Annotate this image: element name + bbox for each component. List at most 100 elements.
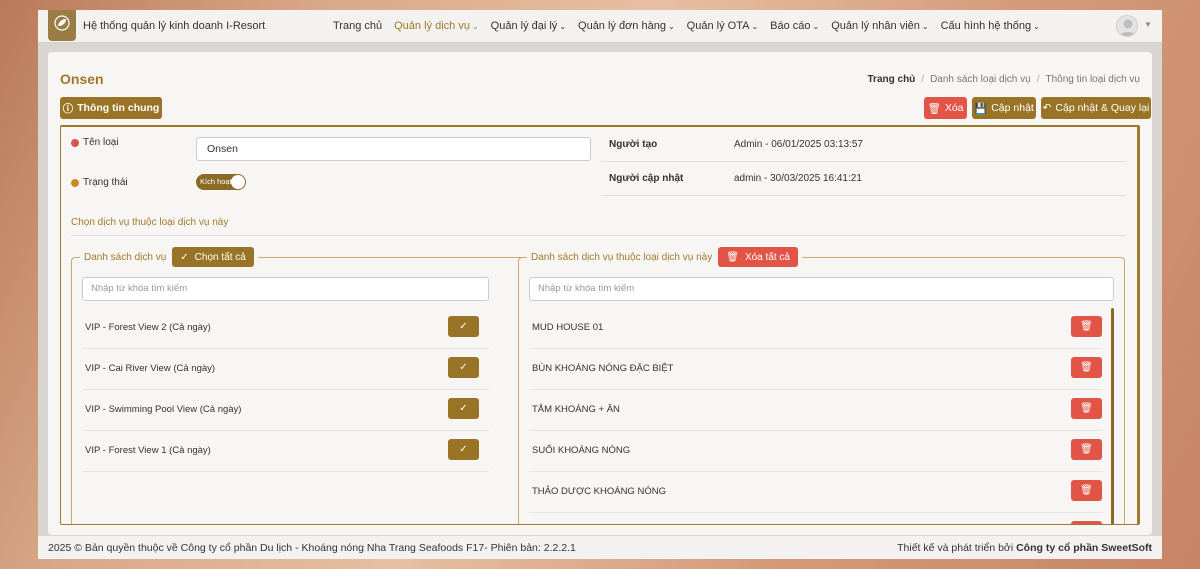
nav-item-label: Quản lý OTA: [686, 20, 750, 32]
chevron-down-icon: ⌄: [812, 22, 820, 31]
breadcrumb: Trang chủ / Danh sách loại dịch vụ / Thô…: [868, 74, 1141, 85]
nav-item[interactable]: Quản lý dịch vụ ⌄: [394, 20, 479, 32]
developer-prefix: Thiết kế và phát triển bởi: [897, 541, 1014, 554]
remove-service-trash-icon[interactable]: 🗑: [1071, 480, 1102, 501]
assigned-service-item: MUD HOUSE 01 🗑: [529, 308, 1103, 349]
assigned-service-name: BÙN KHOÁNG NÓNG ĐẶC BIỆT: [532, 363, 674, 374]
status-label-text: Trạng thái: [83, 177, 128, 188]
assigned-service-item: SUỐI KHOÁNG NÓNG 🗑: [529, 431, 1103, 472]
remove-service-trash-icon[interactable]: 🗑: [1071, 316, 1102, 337]
add-service-check-icon[interactable]: ✓: [448, 439, 479, 460]
service-name: VIP - Forest View 2 (Cả ngày): [85, 322, 211, 333]
nav-item[interactable]: Báo cáo ⌄: [770, 20, 819, 32]
name-label: Tên loại: [71, 137, 119, 148]
chevron-down-icon: ⌄: [921, 22, 929, 31]
nav-item-label: Quản lý đại lý: [490, 20, 558, 32]
service-name: VIP - Swimming Pool View (Cả ngày): [85, 404, 242, 415]
remove-service-trash-icon[interactable]: 🗑: [1071, 439, 1102, 460]
nav-item[interactable]: Cấu hình hệ thống ⌄: [941, 20, 1040, 32]
service-name: VIP - Cai River View (Cả ngày): [85, 363, 216, 374]
breadcrumb-home[interactable]: Trang chủ: [868, 74, 916, 85]
breadcrumb-service-types[interactable]: Danh sách loại dịch vụ: [930, 74, 1031, 85]
chevron-down-icon: ⌄: [471, 22, 479, 31]
name-label-text: Tên loại: [83, 137, 119, 148]
chevron-down-icon: ⌄: [751, 22, 759, 31]
chevron-down-icon[interactable]: ▼: [1144, 20, 1152, 29]
scrollbar[interactable]: [1111, 308, 1114, 524]
select-all-label: Chọn tất cả: [194, 251, 246, 263]
breadcrumb-current: Thông tin loại dịch vụ: [1045, 74, 1140, 85]
tab-general-info-label: Thông tin chung: [77, 102, 160, 114]
assigned-services-legend: Danh sách dịch vụ thuộc loại dịch vụ này…: [527, 247, 802, 267]
assigned-service-name: TẮM KHOÁNG + ĂN: [532, 404, 620, 415]
breadcrumb-separator: /: [921, 74, 925, 85]
app-title: Hệ thống quản lý kinh doanh I-Resort: [83, 20, 266, 32]
developer-credit: Thiết kế và phát triển bởi Công ty cổ ph…: [897, 542, 1152, 554]
assigned-services-title: Danh sách dịch vụ thuộc loại dịch vụ này: [531, 251, 713, 263]
user-avatar-icon: [1119, 19, 1137, 36]
add-service-check-icon[interactable]: ✓: [448, 398, 479, 419]
top-navbar: Hệ thống quản lý kinh doanh I-Resort Tra…: [38, 10, 1162, 43]
add-service-check-icon[interactable]: ✓: [448, 316, 479, 337]
add-service-check-icon[interactable]: ✓: [448, 357, 479, 378]
nav-item[interactable]: Quản lý đơn hàng ⌄: [578, 20, 675, 32]
delete-all-button[interactable]: 🗑 Xóa tất cả: [718, 247, 798, 267]
service-list-legend: Danh sách dịch vụ ✓ Chọn tất cả: [80, 247, 258, 267]
nav-item-label: Quản lý nhân viên: [831, 20, 920, 32]
status-label: Trạng thái: [71, 177, 128, 188]
avatar[interactable]: [1116, 15, 1138, 37]
toggle-knob: [231, 175, 245, 189]
tab-general-info[interactable]: ⓘ Thông tin chung: [60, 97, 162, 119]
updater-value: admin - 30/03/2025 16:41:21: [734, 173, 862, 184]
delete-button[interactable]: 🗑 Xóa: [924, 97, 967, 119]
trash-icon: 🗑: [927, 102, 941, 115]
nav-item-label: Quản lý đơn hàng: [578, 20, 666, 32]
required-icon: [71, 138, 79, 147]
divider: [601, 195, 1126, 196]
remove-service-trash-icon[interactable]: 🗑: [1071, 357, 1102, 378]
status-toggle[interactable]: Kích hoạt: [196, 174, 246, 190]
save-icon: 💾: [974, 102, 988, 115]
nav-item[interactable]: Trang chủ: [333, 20, 382, 32]
service-list-item: VIP - Forest View 1 (Cả ngày) ✓: [82, 431, 489, 472]
delete-button-label: Xóa: [944, 102, 964, 114]
update-button[interactable]: 💾 Cập nhật: [972, 97, 1036, 119]
assigned-service-item: MUD HOUSE 02🗑: [529, 513, 1103, 524]
nav-item-label: Cấu hình hệ thống: [940, 20, 1032, 32]
divider: [601, 161, 1126, 162]
assigned-services-panel: Danh sách dịch vụ thuộc loại dịch vụ này…: [518, 247, 1125, 524]
name-input[interactable]: Onsen: [196, 137, 591, 161]
general-info-panel: Tên loại Onsen Trạng thái Kích hoạt Ngườ…: [60, 125, 1140, 525]
service-list-panel: Danh sách dịch vụ ✓ Chọn tất cả Nhập từ …: [71, 247, 526, 524]
copyright-text: 2025 © Bản quyền thuộc về Công ty cổ phầ…: [48, 541, 576, 554]
developer-company[interactable]: Công ty cổ phần SweetSoft: [1016, 542, 1152, 554]
update-and-back-button[interactable]: ↶ Cập nhật & Quay lại: [1041, 97, 1151, 119]
service-search-input[interactable]: Nhập từ khóa tìm kiếm: [82, 277, 489, 301]
info-icon: ⓘ: [62, 102, 74, 115]
updater-label: Người cập nhật: [609, 173, 684, 184]
select-all-button[interactable]: ✓ Chọn tất cả: [172, 247, 254, 267]
assigned-service-item: THẢO DƯỢC KHOÁNG NÓNG 🗑: [529, 472, 1103, 513]
page-title: Onsen: [60, 71, 104, 87]
remove-service-trash-icon[interactable]: 🗑: [1071, 521, 1102, 524]
update-button-label: Cập nhật: [991, 102, 1034, 114]
chevron-down-icon: ⌄: [1033, 22, 1040, 31]
remove-service-trash-icon[interactable]: 🗑: [1071, 398, 1102, 419]
chevron-down-icon: ⌄: [667, 22, 675, 31]
nav-item[interactable]: Quản lý OTA ⌄: [687, 20, 758, 32]
nav-item[interactable]: Quản lý đại lý ⌄: [491, 20, 566, 32]
chevron-down-icon: ⌄: [559, 22, 567, 31]
creator-value: Admin - 06/01/2025 03:13:57: [734, 139, 863, 150]
assigned-service-name: SUỐI KHOÁNG NÓNG: [532, 445, 631, 456]
logo[interactable]: [48, 10, 76, 41]
trash-icon: 🗑: [726, 251, 739, 263]
select-services-heading: Chọn dịch vụ thuộc loại dịch vụ này: [71, 217, 229, 228]
delete-all-label: Xóa tất cả: [744, 251, 790, 263]
assigned-service-name: THẢO DƯỢC KHOÁNG NÓNG: [532, 486, 666, 497]
service-list-item: VIP - Cai River View (Cả ngày) ✓: [82, 349, 489, 390]
assigned-service-name: MUD HOUSE 01: [532, 322, 604, 333]
assigned-service-item: BÙN KHOÁNG NÓNG ĐẶC BIỆT 🗑: [529, 349, 1103, 390]
assigned-search-input[interactable]: Nhập từ khóa tìm kiếm: [529, 277, 1114, 301]
leaf-logo-icon: [54, 15, 70, 31]
nav-item[interactable]: Quản lý nhân viên ⌄: [831, 20, 928, 32]
